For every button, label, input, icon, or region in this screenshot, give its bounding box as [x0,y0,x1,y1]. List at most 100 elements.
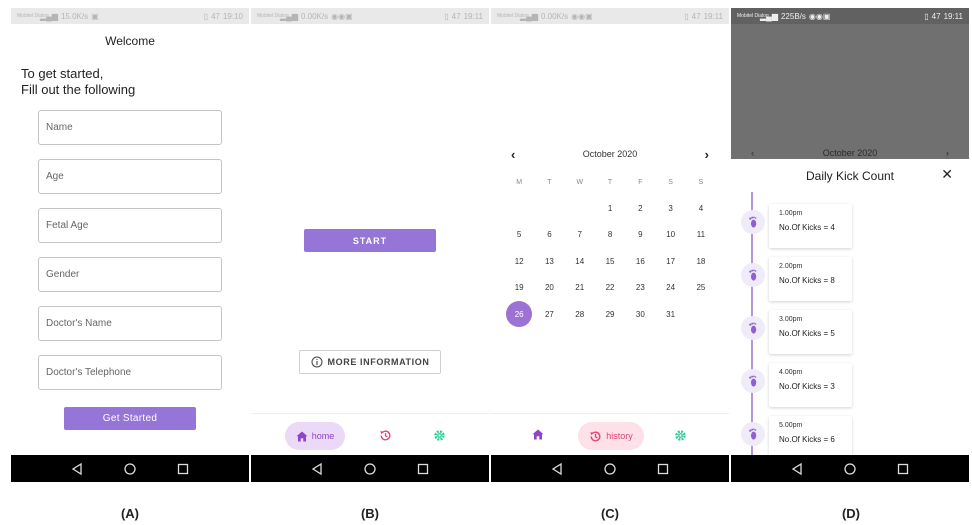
calendar-day[interactable]: 8 [595,222,625,249]
calendar-day[interactable]: 16 [625,248,655,275]
android-nav-bar [731,455,969,482]
recents-icon[interactable] [657,463,669,475]
gear-icon[interactable] [674,429,687,442]
doctor-name-field[interactable]: Doctor's Name [38,306,222,341]
screen-registration: Mobitel Dialog ▂▄▆ 15.0K/s ▣ ▯ 47 19:10 … [11,8,249,484]
kick-entry[interactable]: 4.00pm No.Of Kicks = 3 [739,363,939,407]
doctor-telephone-field[interactable]: Doctor's Telephone [38,355,222,390]
nav-home-tab[interactable]: home [285,422,345,450]
calendar-day[interactable]: 10 [655,222,685,249]
scrim-overlay[interactable] [731,24,969,159]
kick-count: No.Of Kicks = 4 [779,223,835,232]
kick-card: 5.00pm No.Of Kicks = 6 [769,416,852,460]
house-icon[interactable] [532,429,544,440]
clock: 19:11 [463,11,483,21]
calendar-day[interactable]: 3 [655,195,685,222]
calendar-day-number: 10 [666,230,676,240]
calendar-day[interactable]: 2 [625,195,655,222]
recents-icon[interactable] [417,463,429,475]
calendar-blank [504,195,534,222]
gender-field[interactable]: Gender [38,257,222,292]
fetal-age-field[interactable]: Fetal Age [38,208,222,243]
calendar-day-number: 15 [605,256,615,266]
clock: 19:11 [703,11,723,21]
kick-count: No.Of Kicks = 3 [779,382,835,391]
kick-time: 5.00pm [779,422,803,429]
kick-entry[interactable]: 2.00pm No.Of Kicks = 8 [739,257,939,301]
home-circle-icon[interactable] [604,462,616,475]
more-information-button[interactable]: MORE INFORMATION [299,350,441,374]
caption-c: (C) [600,506,620,521]
kick-time: 2.00pm [779,263,803,270]
kick-entry[interactable]: 3.00pm No.Of Kicks = 5 [739,310,939,354]
calendar-day[interactable]: 25 [686,275,716,302]
calendar-day-number: 7 [577,230,582,240]
signal-icon: ▂▄▆ [520,11,538,21]
calendar-day[interactable]: 18 [686,248,716,275]
calendar-day[interactable]: 29 [595,301,625,328]
calendar-day[interactable]: 24 [655,275,685,302]
calendar-day[interactable]: 6 [534,222,564,249]
name-field[interactable]: Name [38,110,222,145]
calendar-day[interactable]: 22 [595,275,625,302]
calendar-day[interactable]: 30 [625,301,655,328]
vibrate-icon: ▯ [684,11,689,21]
home-circle-icon[interactable] [844,462,856,475]
calendar-day-selected[interactable]: 26 [504,301,534,328]
history-icon[interactable] [379,429,392,442]
weekday-label: T [607,178,613,186]
calendar-day-number: 16 [635,256,645,266]
calendar-day[interactable]: 13 [534,248,564,275]
calendar-day[interactable]: 21 [565,275,595,302]
calendar-day-number: 17 [666,256,676,266]
age-field[interactable]: Age [38,159,222,194]
gear-icon[interactable] [433,429,446,442]
sheet-title: Daily Kick Count [805,169,895,183]
calendar-day[interactable]: 15 [595,248,625,275]
calendar-day[interactable]: 23 [625,275,655,302]
calendar-day[interactable]: 7 [565,222,595,249]
image-icon: ▣ [91,11,99,21]
caption-d: (D) [841,506,861,521]
home-circle-icon[interactable] [364,462,376,475]
kick-entry[interactable]: 1.00pm No.Of Kicks = 4 [739,204,939,248]
calendar-day[interactable]: 5 [504,222,534,249]
calendar-day[interactable]: 19 [504,275,534,302]
calendar-day-number: 9 [638,230,643,240]
calendar-day[interactable]: 1 [595,195,625,222]
calendar-day-number: 2 [638,203,643,213]
calendar-day[interactable]: 12 [504,248,534,275]
start-button[interactable]: START [304,229,436,252]
close-icon[interactable]: ✕ [941,166,953,183]
next-month-icon[interactable]: › [705,147,709,162]
kick-entry[interactable]: 5.00pm No.Of Kicks = 6 [739,416,939,460]
foot-icon [741,422,765,446]
nav-home-label: home [311,431,335,441]
back-icon[interactable] [791,462,803,475]
weekday-label: F [638,178,643,186]
signal-icon: ▂▄▆ [760,11,778,21]
back-icon[interactable] [551,462,563,475]
app-notification-icon: ◉◉▣ [808,11,831,21]
nav-history-tab[interactable]: history [578,422,644,450]
calendar-day[interactable]: 27 [534,301,564,328]
calendar-day-number: 29 [605,309,615,319]
calendar-day[interactable]: 31 [655,301,685,328]
home-circle-icon[interactable] [124,462,136,475]
calendar-day[interactable]: 20 [534,275,564,302]
calendar-day[interactable]: 14 [565,248,595,275]
get-started-button[interactable]: Get Started [64,407,196,430]
calendar-day[interactable]: 11 [686,222,716,249]
recents-icon[interactable] [177,463,189,475]
back-icon[interactable] [311,462,323,475]
vibrate-icon: ▯ [444,11,449,21]
calendar-day[interactable]: 9 [625,222,655,249]
status-bar: Mobitel Dialog ▂▄▆ 0.00K/s ◉◉▣ ▯ 47 19:1… [251,8,489,24]
calendar-day-number: 24 [666,283,676,293]
calendar-day[interactable]: 17 [655,248,685,275]
recents-icon[interactable] [897,463,909,475]
calendar-day[interactable]: 28 [565,301,595,328]
back-icon[interactable] [71,462,83,475]
prev-month-icon[interactable]: ‹ [511,147,515,162]
calendar-day[interactable]: 4 [686,195,716,222]
